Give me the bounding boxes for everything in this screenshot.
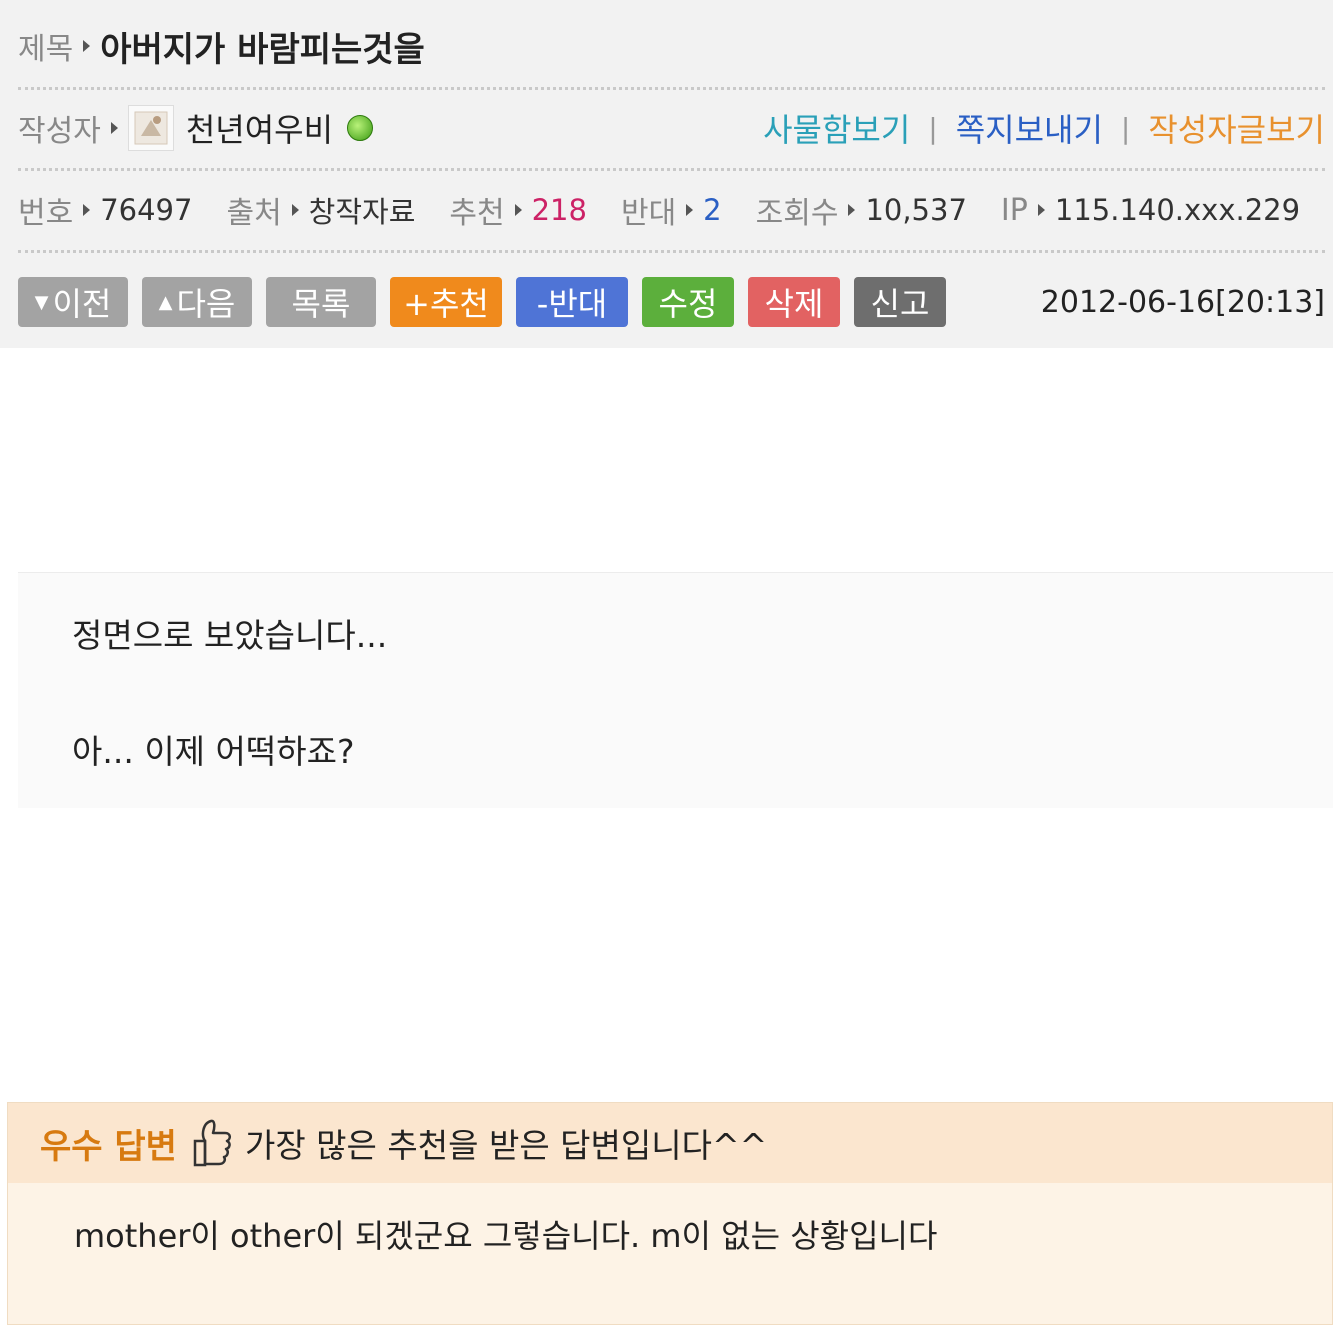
prev-button[interactable]: ▼ 이전 — [18, 277, 128, 327]
divider — [18, 87, 1325, 90]
author-posts-link[interactable]: 작성자글보기 — [1148, 105, 1325, 151]
edit-button[interactable]: 수정 — [642, 277, 734, 327]
post-recommend-count: 추천 218 — [449, 188, 587, 232]
arrow-icon — [83, 204, 91, 216]
arrow-icon — [514, 204, 522, 216]
oppose-button[interactable]: -반대 — [516, 277, 628, 327]
author-row: 작성자 천년여우비 사물함보기 | 쪽지보내기 | 작성자글보기 — [18, 100, 1325, 156]
report-button[interactable]: 신고 — [854, 277, 946, 327]
best-answer-text: mother이 other이 되겠군요 그렇습니다. m이 없는 상황입니다 — [74, 1217, 938, 1255]
link-separator: | — [1120, 111, 1131, 145]
list-button[interactable]: 목록 — [266, 277, 376, 327]
best-answer-header: 우수 답변 가장 많은 추천을 받은 답변입니다^^ — [8, 1103, 1332, 1183]
edit-button-label: 수정 — [658, 285, 718, 323]
next-button-label: 다음 — [176, 285, 236, 323]
recommend-value: 218 — [531, 193, 587, 227]
send-message-link[interactable]: 쪽지보내기 — [956, 105, 1103, 151]
recommend-button-label: +추천 — [403, 285, 489, 323]
arrow-icon — [686, 204, 694, 216]
post-source: 출처 창작자료 — [226, 188, 415, 232]
action-buttons-row: ▼ 이전 ▲ 다음 목록 +추천 -반대 수정 삭제 신고 2012-06-16… — [18, 276, 1325, 328]
arrow-icon — [291, 204, 299, 216]
oppose-button-label: -반대 — [536, 285, 608, 323]
online-status-icon — [347, 115, 374, 141]
post-header: 제목 아버지가 바람피는것을 작성자 천년여우비 사물함보기 | 쪽지보내기 |… — [0, 0, 1333, 348]
divider — [18, 168, 1325, 171]
views-value: 10,537 — [865, 193, 967, 227]
divider — [18, 250, 1325, 253]
up-arrow-icon: ▲ — [158, 291, 173, 313]
post-ip: IP 115.140.xxx.229 — [1001, 193, 1300, 228]
link-separator: | — [928, 111, 938, 145]
delete-button-label: 삭제 — [764, 285, 824, 323]
author-links: 사물함보기 | 쪽지보내기 | 작성자글보기 — [763, 105, 1325, 151]
post-date: 2012-06-16[20:13] — [1040, 284, 1325, 320]
oppose-label: 반대 — [620, 196, 677, 231]
inbox-link[interactable]: 사물함보기 — [763, 105, 910, 151]
body-line: 아... 이제 어떡하죠? — [72, 732, 355, 771]
avatar[interactable] — [127, 105, 174, 151]
author-name[interactable]: 천년여우비 — [186, 105, 333, 151]
oppose-value: 2 — [703, 193, 722, 227]
next-button[interactable]: ▲ 다음 — [142, 277, 252, 327]
post-number: 번호 76497 — [18, 188, 192, 232]
arrow-icon — [1037, 204, 1045, 216]
post-title: 아버지가 바람피는것을 — [100, 29, 425, 70]
arrow-icon — [83, 40, 91, 52]
source-label: 출처 — [226, 196, 282, 231]
avatar-image — [134, 111, 168, 145]
best-answer-description: 가장 많은 추천을 받은 답변입니다^^ — [244, 1126, 768, 1165]
delete-button[interactable]: 삭제 — [748, 277, 840, 327]
meta-row: 번호 76497 출처 창작자료 추천 218 반대 2 조회수 10,537 … — [18, 186, 1325, 234]
best-answer-box: 우수 답변 가장 많은 추천을 받은 답변입니다^^ mother이 other… — [7, 1102, 1333, 1325]
source-value: 창작자료 — [308, 195, 416, 229]
post-body: 정면으로 보았습니다... 아... 이제 어떡하죠? — [18, 572, 1333, 808]
list-button-label: 목록 — [291, 285, 351, 323]
post-oppose-count: 반대 2 — [621, 188, 722, 232]
author-label: 작성자 — [18, 114, 101, 149]
ip-label: IP — [1000, 192, 1028, 228]
thumbs-up-icon — [193, 1119, 231, 1167]
body-line: 정면으로 보았습니다... — [72, 616, 388, 655]
prev-button-label: 이전 — [52, 285, 112, 323]
down-arrow-icon: ▼ — [34, 291, 49, 313]
best-answer-badge: 우수 답변 — [40, 1126, 177, 1167]
number-label: 번호 — [18, 196, 74, 231]
report-button-label: 신고 — [870, 285, 930, 323]
number-value: 76497 — [100, 193, 193, 227]
arrow-icon — [848, 204, 856, 216]
views-label: 조회수 — [755, 196, 839, 231]
title-row: 제목 아버지가 바람피는것을 — [18, 20, 1325, 72]
ip-value: 115.140.xxx.229 — [1054, 193, 1301, 227]
recommend-button[interactable]: +추천 — [390, 277, 502, 327]
title-label: 제목 — [18, 32, 74, 67]
arrow-icon — [110, 122, 118, 134]
post-views: 조회수 10,537 — [756, 188, 967, 232]
recommend-label: 추천 — [449, 196, 505, 231]
